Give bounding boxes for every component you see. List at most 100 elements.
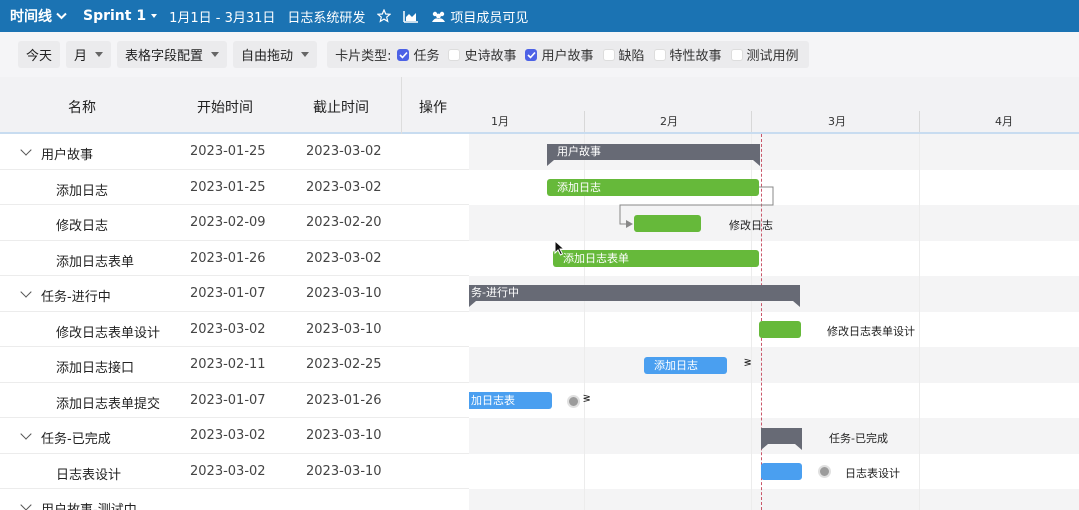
row-end-date: 2023-03-02 [306, 144, 382, 159]
summary-bar[interactable]: 务-进行中 [469, 285, 800, 307]
group-row[interactable]: 任务-进行中 2023-01-07 2023-03-10 [0, 276, 469, 312]
task-bar-label: 日志表设计 [845, 467, 900, 480]
visibility-label: 项目成员可见 [450, 10, 529, 26]
task-grid: 用户故事 2023-01-25 2023-03-02 添加日志 2023-01-… [0, 134, 469, 510]
today-label: 今天 [26, 49, 53, 64]
card-type-feature[interactable]: 特性故事 [653, 45, 722, 64]
link-icon: ᕒ [744, 358, 752, 369]
summary-bar[interactable] [761, 428, 802, 450]
row-name: 日志表设计 [56, 467, 122, 483]
row-start-date: 2023-02-09 [190, 215, 266, 230]
row-end-date: 2023-03-10 [306, 463, 382, 479]
row-name: 添加日志表单提交 [56, 396, 161, 412]
month-divider [919, 111, 920, 132]
summary-bar[interactable]: 用户故事 [547, 144, 760, 166]
row-end-date: 2023-02-25 [306, 357, 382, 372]
chart-icon[interactable] [403, 10, 419, 23]
checkbox-icon [653, 48, 666, 61]
card-type-option-label: 缺陷 [618, 49, 645, 64]
link-icon: ᕒ [583, 394, 591, 405]
checkbox-checked-icon [525, 48, 538, 61]
view-switcher[interactable]: 时间线 [10, 6, 71, 26]
chevron-down-icon [56, 12, 67, 20]
avatar[interactable] [818, 465, 831, 478]
top-bar: 时间线 Sprint 1 1月1日 - 3月31日 日志系统研发 项目成员可见 [0, 0, 1079, 32]
task-bar[interactable] [634, 215, 701, 232]
visibility-indicator[interactable]: 项目成员可见 [431, 7, 528, 26]
card-type-epic[interactable]: 史诗故事 [448, 45, 516, 64]
task-bar-label: 修改日志 [729, 219, 773, 232]
row-end-date: 2023-03-02 [306, 250, 382, 266]
task-bar-label: 修改日志表单设计 [827, 325, 915, 338]
card-type-user-story[interactable]: 用户故事 [525, 45, 594, 64]
task-bar[interactable] [759, 321, 801, 338]
row-name: 添加日志表单 [56, 254, 135, 270]
row-start-date: 2023-03-02 [190, 463, 266, 479]
column-header-name[interactable]: 名称 [68, 97, 96, 117]
task-row[interactable]: 添加日志接口 2023-02-11 2023-02-25 [0, 347, 469, 383]
row-name: 修改日志 [56, 219, 109, 234]
row-name: 任务-已完成 [41, 432, 111, 447]
project-name: 日志系统研发 [287, 10, 366, 26]
group-row[interactable]: 任务-已完成 2023-03-02 2023-03-10 [0, 418, 469, 454]
row-name: 添加日志接口 [56, 361, 135, 376]
star-icon[interactable] [377, 9, 392, 23]
month-label: 4月 [995, 115, 1013, 128]
avatar[interactable] [567, 395, 580, 408]
task-row[interactable]: 修改日志表单设计 2023-03-02 2023-03-10 [0, 311, 469, 347]
fields-config-dropdown[interactable]: 表格字段配置 [117, 41, 228, 68]
view-label: 时间线 [10, 9, 52, 25]
task-row[interactable]: 添加日志表单 2023-01-26 2023-03-02 [0, 240, 469, 276]
row-name: 任务-进行中 [41, 290, 111, 305]
card-type-task[interactable]: 任务 [397, 45, 439, 64]
drag-mode-dropdown[interactable]: 自由拖动 [233, 41, 318, 68]
chevron-down-icon[interactable] [20, 499, 32, 510]
card-type-defect[interactable]: 缺陷 [602, 45, 645, 64]
card-type-option-label: 测试用例 [746, 49, 799, 64]
card-type-option-label: 用户故事 [541, 49, 594, 64]
row-name: 修改日志表单设计 [56, 325, 161, 341]
card-type-test-case[interactable]: 测试用例 [730, 45, 799, 64]
members-icon [431, 10, 446, 23]
task-bar[interactable]: 加日志表 [469, 392, 552, 409]
chevron-down-icon[interactable] [20, 286, 32, 298]
drag-mode-label: 自由拖动 [241, 49, 294, 64]
card-type-option-label: 特性故事 [669, 49, 722, 64]
column-header-start[interactable]: 开始时间 [197, 97, 253, 117]
column-header-action: 操作 [419, 100, 447, 116]
card-type-label: 卡片类型: [335, 49, 392, 64]
gantt-chart[interactable]: 用户故事 添加日志 修改日志 添加日志表单 务-进行中 修改日志表单设计 添加日… [469, 134, 1079, 510]
task-row[interactable]: 日志表设计 2023-03-02 2023-03-10 [0, 453, 469, 489]
group-row[interactable]: 用户故事 2023-01-25 2023-03-02 [0, 134, 469, 170]
column-header-end[interactable]: 截止时间 [313, 97, 369, 117]
row-name: 添加日志 [56, 183, 109, 199]
column-divider[interactable] [401, 77, 402, 134]
checkbox-icon [602, 48, 615, 61]
checkbox-icon [448, 48, 461, 61]
task-row[interactable]: 添加日志 2023-01-25 2023-03-02 [0, 169, 469, 205]
card-type-option-label: 史诗故事 [464, 49, 517, 64]
timeline-header: 1月 2月 3月 4月 [469, 77, 1079, 134]
group-row[interactable]: 用户故事-测试中 [0, 489, 469, 510]
task-bar[interactable]: 添加日志 [547, 179, 759, 196]
toolbar: 今天 月 表格字段配置 自由拖动 卡片类型: 任务 史诗故事 用户故事 缺陷 特… [0, 32, 1079, 77]
checkbox-icon [730, 48, 743, 61]
task-bar[interactable]: 添加日志表单 [553, 250, 759, 267]
summary-bar-label: 任务-已完成 [829, 432, 888, 445]
task-row[interactable]: 添加日志表单提交 2023-01-07 2023-01-26 [0, 382, 469, 418]
row-start-date: 2023-01-07 [190, 392, 266, 408]
row-start-date: 2023-01-25 [190, 144, 266, 159]
chevron-down-icon[interactable] [20, 144, 32, 156]
caret-down-icon [211, 52, 220, 57]
task-bar[interactable] [761, 463, 802, 480]
sprint-selector[interactable]: Sprint 1 [83, 8, 158, 24]
task-row[interactable]: 修改日志 2023-02-09 2023-02-20 [0, 205, 469, 241]
task-bar[interactable]: 添加日志 [644, 357, 727, 374]
row-start-date: 2023-01-25 [190, 179, 266, 195]
scale-dropdown[interactable]: 月 [66, 41, 112, 68]
row-start-date: 2023-01-07 [190, 286, 266, 301]
fields-config-label: 表格字段配置 [125, 49, 204, 64]
today-button[interactable]: 今天 [18, 41, 61, 68]
row-start-date: 2023-01-26 [190, 250, 266, 266]
chevron-down-icon[interactable] [20, 428, 32, 440]
